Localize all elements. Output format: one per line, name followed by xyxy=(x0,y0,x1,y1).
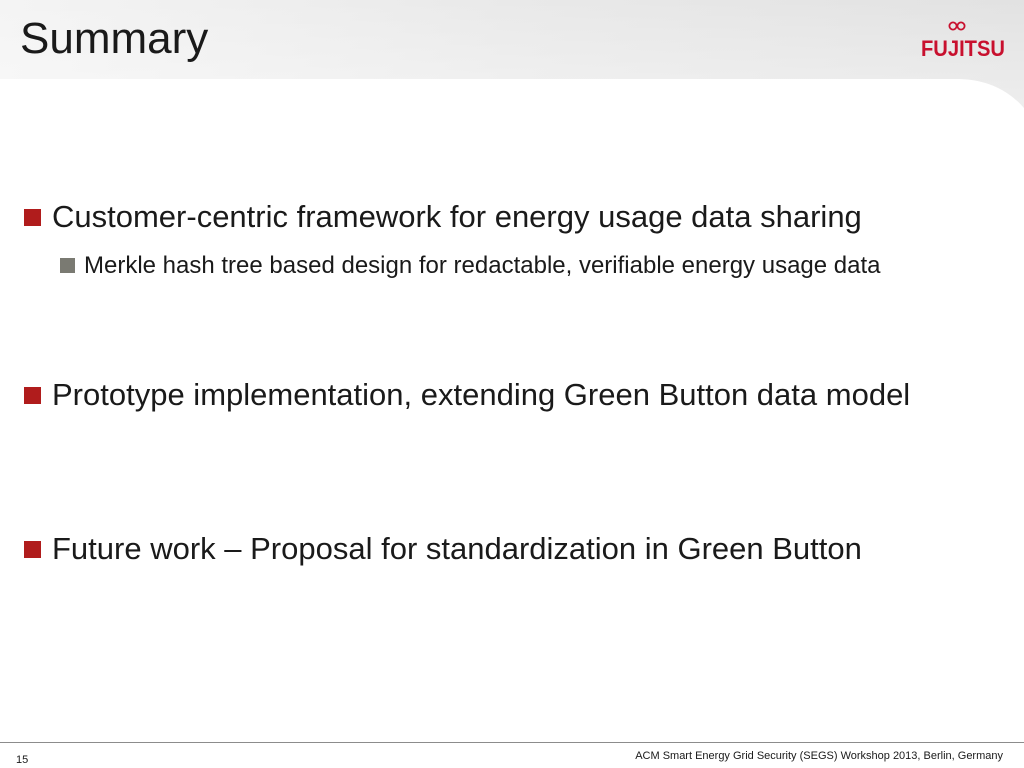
sub-bullet-text: Merkle hash tree based design for redact… xyxy=(84,252,881,279)
page-number: 15 xyxy=(16,754,29,766)
fujitsu-logo-text: FUJITSU xyxy=(921,36,1005,61)
fujitsu-logo: FUJITSU xyxy=(921,21,1005,61)
page-title: Summary xyxy=(20,14,209,63)
square-sub-bullet-icon xyxy=(60,258,75,273)
bullet-text: Customer-centric framework for energy us… xyxy=(52,199,862,234)
bullet-text: Prototype implementation, extending Gree… xyxy=(52,377,911,412)
bullet-item: Future work – Proposal for standardizati… xyxy=(24,530,862,568)
bullet-item: Customer-centric framework for energy us… xyxy=(24,198,862,236)
square-bullet-icon xyxy=(24,209,41,226)
bullet-text: Future work – Proposal for standardizati… xyxy=(52,531,862,566)
bullet-item: Prototype implementation, extending Gree… xyxy=(24,376,910,414)
footer-divider xyxy=(0,742,1024,743)
square-bullet-icon xyxy=(24,541,41,558)
slide: Summary FUJITSU Customer-centric framewo… xyxy=(0,0,1024,768)
footer-conference-text: ACM Smart Energy Grid Security (SEGS) Wo… xyxy=(635,750,1003,762)
square-bullet-icon xyxy=(24,387,41,404)
sub-bullet-item: Merkle hash tree based design for redact… xyxy=(60,250,984,282)
